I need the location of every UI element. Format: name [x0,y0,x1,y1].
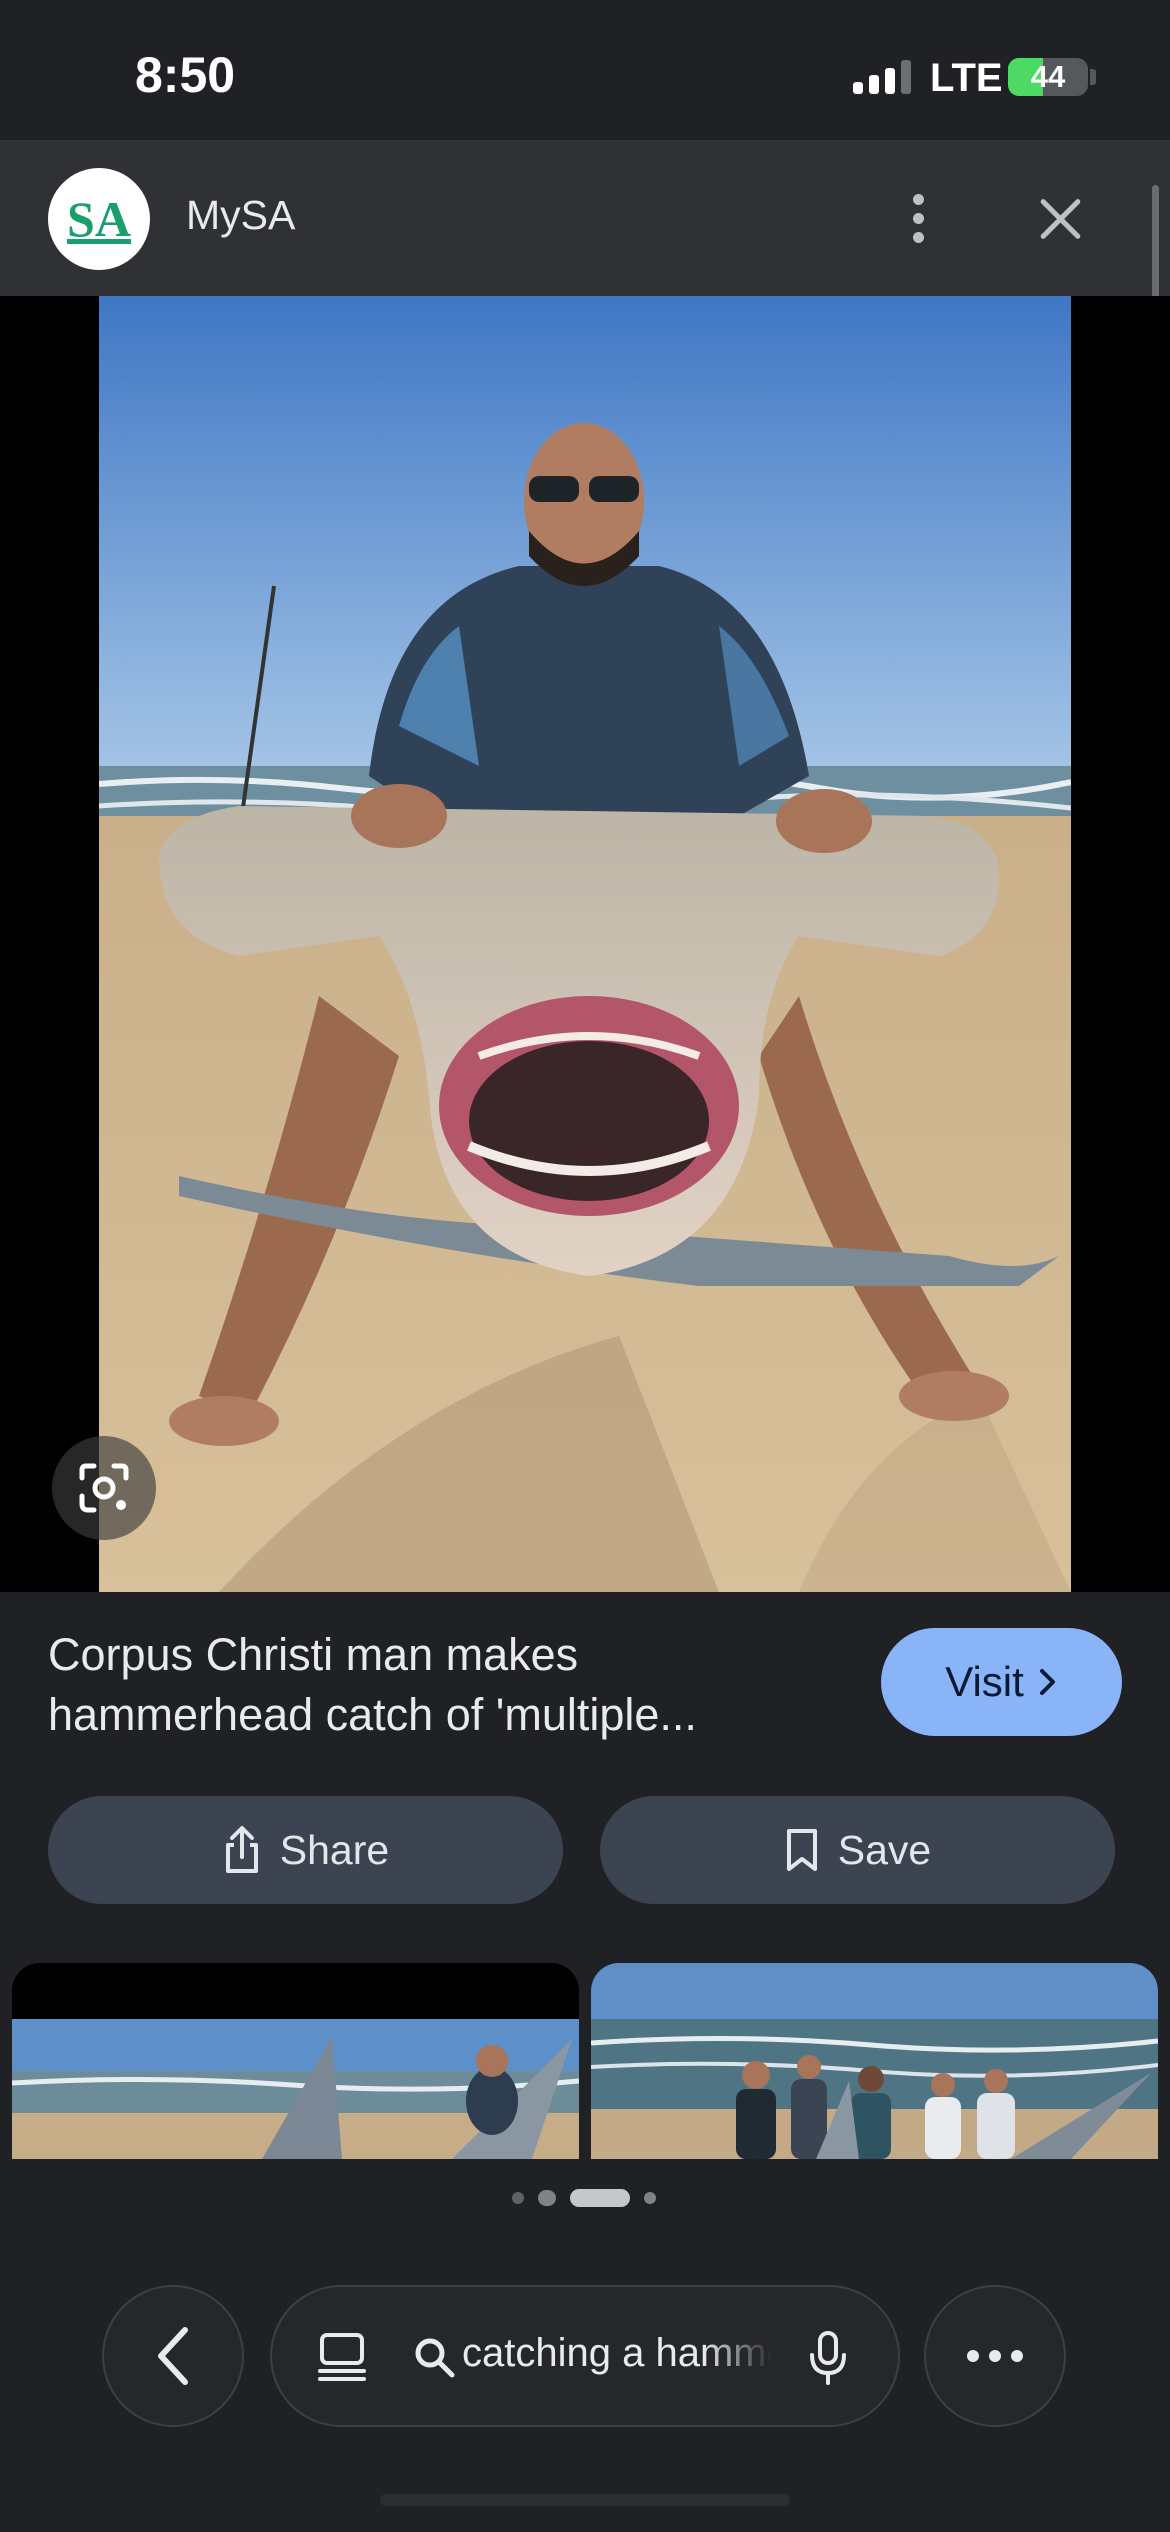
image-viewer [0,296,1170,1592]
bookmark-icon [786,1829,817,1871]
status-bar: 8:50 LTE 44 [0,0,1170,140]
scrollbar[interactable] [1152,185,1159,300]
battery-icon: 44 [1008,58,1088,96]
source-name[interactable]: MySA [186,192,295,239]
share-label: Share [279,1826,390,1873]
battery-level: 44 [1030,59,1066,94]
page-dot [644,2192,656,2204]
page-dot [538,2190,556,2206]
visit-button[interactable]: Visit [881,1628,1122,1736]
signal-icon [853,60,913,94]
share-button[interactable]: Share [48,1796,563,1904]
status-time: 8:50 [135,47,236,103]
page-dot-active [570,2189,630,2207]
more-horizontal-icon[interactable] [924,2285,1066,2427]
source-logo-text: SA [67,191,131,247]
pagination-dots [0,2188,1170,2208]
related-image[interactable] [12,1963,579,2159]
network-type: LTE [930,56,1003,100]
search-bar[interactable]: catching a hammerhead [270,2285,900,2427]
save-button[interactable]: Save [600,1796,1115,1904]
source-header: SA MySA [0,140,1170,296]
battery-cap [1090,69,1096,85]
save-label: Save [837,1826,932,1873]
lens-icon[interactable] [52,1436,156,1540]
search-icon [415,2338,455,2378]
close-icon[interactable] [1030,188,1090,248]
more-vertical-icon[interactable] [890,178,946,258]
back-icon [158,2327,188,2385]
search-query[interactable]: catching a hammerhead [462,2331,772,2376]
source-logo[interactable]: SA [48,168,150,270]
page-dot [512,2192,524,2204]
tabs-icon[interactable] [316,2331,368,2383]
mic-icon[interactable] [808,2329,848,2387]
related-image[interactable] [591,1963,1158,2159]
share-icon [225,1826,258,1873]
result-title[interactable]: Corpus Christi man makes hammerhead catc… [48,1625,828,1745]
main-image[interactable] [99,296,1071,1592]
chevron-right-icon [1039,1669,1055,1695]
back-button[interactable] [102,2285,244,2427]
visit-label: Visit [945,1658,1024,1705]
home-indicator[interactable] [380,2494,790,2506]
